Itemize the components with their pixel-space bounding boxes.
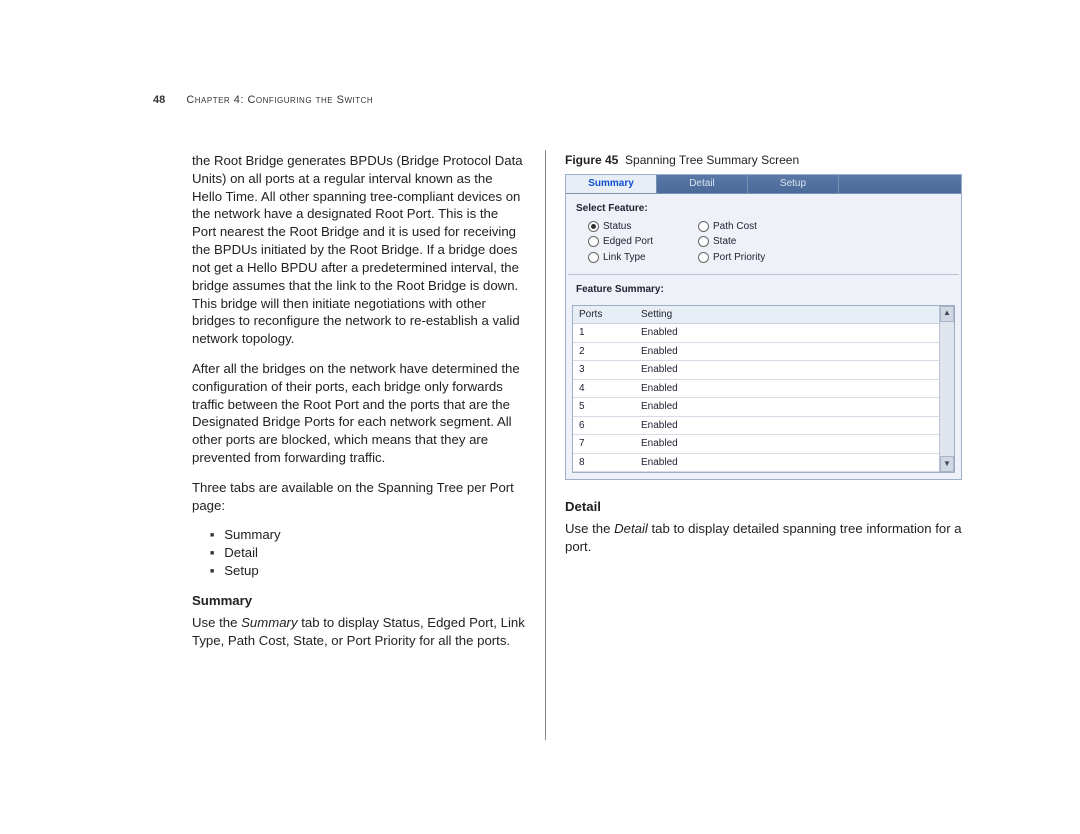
- paragraph: the Root Bridge generates BPDUs (Bridge …: [192, 152, 526, 348]
- radio-state[interactable]: State: [698, 235, 808, 249]
- radio-path-cost[interactable]: Path Cost: [698, 220, 808, 234]
- paragraph: Use the Detail tab to display detailed s…: [565, 520, 965, 556]
- scroll-up-icon[interactable]: ▲: [940, 306, 954, 322]
- page-number: 48: [153, 94, 165, 106]
- select-feature-label: Select Feature:: [576, 202, 951, 216]
- page-header: 48 Chapter 4: Configuring the Switch: [153, 94, 373, 106]
- scrollbar[interactable]: ▲ ▼: [939, 306, 954, 473]
- list-item: Setup: [210, 562, 526, 580]
- tab-list: Summary Detail Setup: [192, 526, 526, 579]
- radio-edged-port[interactable]: Edged Port: [588, 235, 698, 249]
- table-row: 4Enabled: [573, 379, 939, 398]
- scroll-down-icon[interactable]: ▼: [940, 456, 954, 472]
- radio-port-priority[interactable]: Port Priority: [698, 251, 808, 265]
- tab-setup[interactable]: Setup: [748, 175, 839, 193]
- table-row: 3Enabled: [573, 361, 939, 380]
- figure-caption: Figure 45 Spanning Tree Summary Screen: [565, 152, 965, 168]
- heading-detail: Detail: [565, 498, 965, 516]
- table-row: 5Enabled: [573, 398, 939, 417]
- screenshot-panel: Summary Detail Setup Select Feature: Sta…: [565, 174, 962, 480]
- table-row: 8Enabled: [573, 453, 939, 472]
- col-setting: Setting: [635, 306, 939, 324]
- right-column: Figure 45 Spanning Tree Summary Screen S…: [565, 152, 965, 566]
- table-row: 7Enabled: [573, 435, 939, 454]
- table-row: 2Enabled: [573, 342, 939, 361]
- paragraph: Three tabs are available on the Spanning…: [192, 479, 526, 515]
- feature-summary-label: Feature Summary:: [576, 283, 951, 297]
- tab-detail[interactable]: Detail: [657, 175, 748, 193]
- table-row: 6Enabled: [573, 416, 939, 435]
- heading-summary: Summary: [192, 592, 526, 610]
- tab-summary[interactable]: Summary: [566, 175, 657, 193]
- feature-summary-table: Ports Setting 1Enabled 2Enabled 3Enabled…: [572, 305, 955, 474]
- list-item: Detail: [210, 544, 526, 562]
- radio-status[interactable]: Status: [588, 220, 698, 234]
- column-divider: [545, 150, 546, 740]
- paragraph: Use the Summary tab to display Status, E…: [192, 614, 526, 650]
- chapter-title: Chapter 4: Configuring the Switch: [186, 94, 373, 106]
- list-item: Summary: [210, 526, 526, 544]
- left-column: the Root Bridge generates BPDUs (Bridge …: [192, 152, 526, 661]
- col-ports: Ports: [573, 306, 635, 324]
- table-row: 1Enabled: [573, 324, 939, 343]
- paragraph: After all the bridges on the network hav…: [192, 360, 526, 467]
- tab-bar: Summary Detail Setup: [566, 175, 961, 194]
- radio-link-type[interactable]: Link Type: [588, 251, 698, 265]
